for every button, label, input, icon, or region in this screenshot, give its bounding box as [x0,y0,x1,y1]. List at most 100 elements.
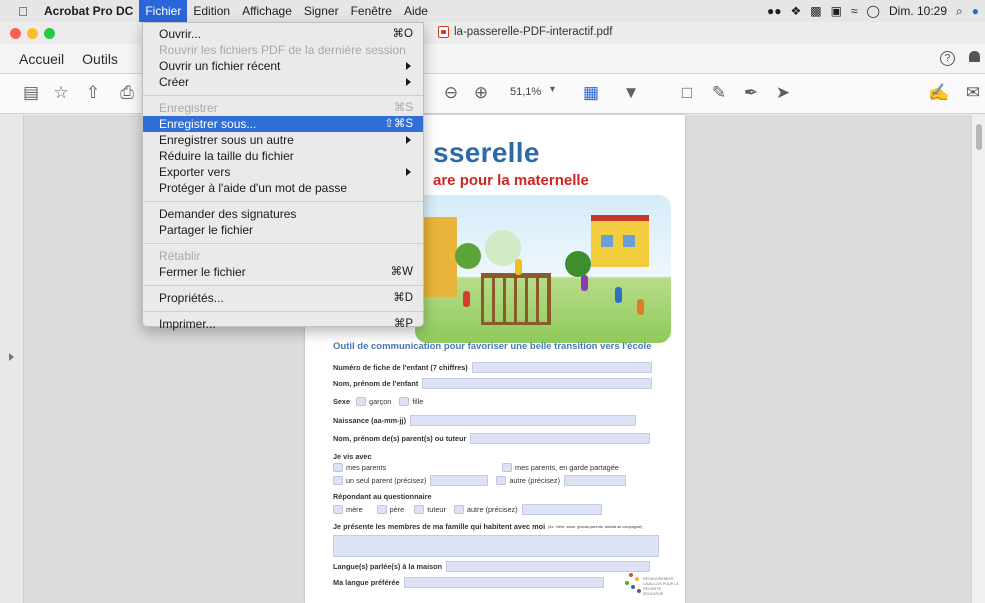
nom-enfant-field[interactable] [422,378,653,389]
menu-item-exporter[interactable]: Exporter vers [143,164,423,180]
menu-item-label: Enregistrer sous un autre [159,133,294,147]
langues-field[interactable] [446,561,651,572]
menu-signer[interactable]: Signer [298,0,345,22]
zoom-window-button[interactable] [44,27,55,39]
document-title: la-passerelle-PDF-interactif.pdf [438,26,613,38]
zoom-out-icon[interactable]: ⊖ [440,82,462,104]
field-row-langue-pref: Ma langue préférée [333,577,604,588]
garcon-checkbox[interactable] [356,397,367,406]
tuteur-checkbox[interactable] [414,505,425,514]
comment-icon[interactable]: □ [676,82,698,104]
menu-item-enregistrer-autre[interactable]: Enregistrer sous un autre [143,132,423,148]
menu-item-label: Ouvrir un fichier récent [159,59,281,73]
menu-item-proteger[interactable]: Protéger à l'aide d'un mot de passe [143,180,423,196]
spotlight-search-icon[interactable]: ⌕ [956,4,963,19]
menu-aide[interactable]: Aide [398,0,434,22]
help-icon[interactable]: ? [940,51,955,66]
battery-icon[interactable]: ◯ [867,4,880,18]
page-fit-icon[interactable]: ▦ [580,82,602,104]
vertical-scrollbar[interactable] [971,115,985,603]
display-icon[interactable]: ▩ [810,4,821,18]
field-label: Ma langue préférée [333,578,400,587]
pere-checkbox[interactable] [376,505,387,514]
field-label: autre (précisez) [466,505,518,514]
seul-parent-field[interactable] [430,475,489,486]
menu-item-reduire[interactable]: Réduire la taille du fichier [143,148,423,164]
rlre-logo: REGROUPEMENT LAVALLOIS POUR LA RÉUSSITE … [623,571,678,597]
app-menu[interactable]: Acrobat Pro DC [36,0,139,22]
menu-item-demander-signatures[interactable]: Demander des signatures [143,206,423,222]
notifications-bell-icon[interactable] [969,51,981,65]
zoom-dropdown-icon[interactable]: ▾ [550,84,555,95]
langue-pref-field[interactable] [403,577,604,588]
illustration-playground [481,273,551,325]
wifi-icon[interactable]: ≈ [851,4,858,18]
menu-fichier[interactable]: Fichier [139,0,188,22]
numero-field[interactable] [471,362,652,373]
autre-repondant-field[interactable] [521,504,602,515]
save-icon[interactable]: ▤ [20,82,42,104]
autre-repondant-checkbox[interactable] [453,505,464,514]
fill-sign-icon[interactable]: ✍ [928,82,950,104]
illustration-tree [455,243,481,269]
clock[interactable]: Dim. 10:29 [889,4,947,18]
menu-item-ouvrir-recent[interactable]: Ouvrir un fichier récent [143,58,423,74]
menu-item-fermer[interactable]: Fermer le fichier ⌘W [143,264,423,280]
siri-icon[interactable]: ● [972,4,979,18]
mere-checkbox[interactable] [333,505,343,514]
menu-item-enregistrer: Enregistrer ⌘S [143,100,423,116]
menu-item-rouvrir: Rouvrir les fichiers PDF de la dernière … [143,42,423,58]
field-label: Répondant au questionnaire [333,492,432,501]
apple-icon[interactable]:  [10,4,36,19]
fille-checkbox[interactable] [399,397,410,406]
seul-parent-checkbox[interactable] [333,476,343,485]
menu-item-enregistrer-sous[interactable]: Enregistrer sous... ⇧⌘S [143,116,423,132]
dropbox-icon[interactable]: ❖ [791,4,802,18]
menu-edition[interactable]: Edition [187,0,236,22]
naissance-field[interactable] [410,415,636,426]
upload-cloud-icon[interactable]: ⇧ [82,82,104,104]
scroll-mode-icon[interactable]: ▼ [620,82,642,104]
print-icon[interactable]: ⎙ [116,82,138,104]
field-row-naissance: Naissance (aa-mm-jj) [333,415,636,426]
highlight-pen-icon[interactable]: ✎ [708,82,730,104]
bookmark-star-icon[interactable]: ☆ [50,82,72,104]
autre-checkbox[interactable] [496,476,507,485]
document-title-text: la-passerelle-PDF-interactif.pdf [454,26,613,38]
zoom-level[interactable]: 51,1% [510,86,541,98]
membres-field[interactable] [333,535,659,557]
menu-item-ouvrir[interactable]: Ouvrir... ⌘O [143,26,423,42]
illustration-child [615,287,622,303]
creative-cloud-icon[interactable]: ●● [767,4,782,18]
menu-item-proprietes[interactable]: Propriétés... ⌘D [143,290,423,306]
scrollbar-thumb[interactable] [976,124,982,150]
fichier-dropdown-menu: Ouvrir... ⌘O Rouvrir les fichiers PDF de… [142,22,424,331]
close-window-button[interactable] [10,27,21,39]
pdf-file-icon [438,26,449,38]
parents-field[interactable] [470,433,651,444]
field-row-langues: Langue(s) parlée(s) à la maison [333,561,651,572]
email-icon[interactable]: ✉ [962,82,984,104]
menu-item-imprimer[interactable]: Imprimer... ⌘P [143,316,423,332]
menu-item-partager[interactable]: Partager le fichier [143,222,423,238]
sign-pen-icon[interactable]: ✒ [740,82,762,104]
pdf-title: sserelle [433,137,540,168]
tab-outils[interactable]: Outils [73,51,127,67]
menu-separator [143,243,423,244]
zoom-in-icon[interactable]: ⊕ [470,82,492,104]
menu-item-creer[interactable]: Créer [143,74,423,90]
mes-parents-checkbox[interactable] [333,463,343,472]
share-tag-icon[interactable]: ➤ [772,82,794,104]
menu-fenetre[interactable]: Fenêtre [345,0,398,22]
garde-partagee-checkbox[interactable] [502,463,512,472]
expand-left-panel-icon[interactable] [9,353,14,361]
menu-item-label: Rouvrir les fichiers PDF de la dernière … [159,43,406,57]
pdf-heading: Outil de communication pour favoriser un… [333,341,652,352]
tab-accueil[interactable]: Accueil [10,51,73,67]
field-row-mes-parents: mes parents mes parents, en garde partag… [333,463,619,472]
battery-widget-icon[interactable]: ▣ [831,4,842,18]
field-note: (ex.: frère, sœur, grands-parents, anima… [548,524,643,529]
minimize-window-button[interactable] [27,27,38,39]
menu-affichage[interactable]: Affichage [236,0,298,22]
autre-field[interactable] [564,475,627,486]
